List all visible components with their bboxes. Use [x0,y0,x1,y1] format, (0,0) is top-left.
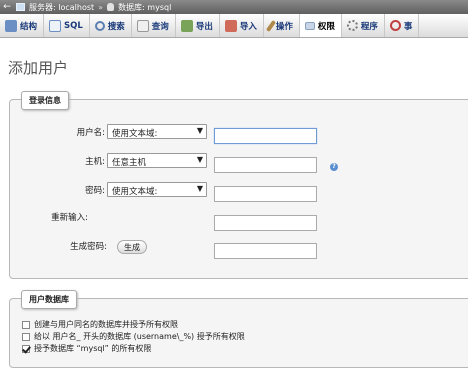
server-icon [16,3,25,11]
tab-label: 查询 [151,21,169,32]
breadcrumb-separator: » [98,2,104,12]
search-icon [94,20,105,31]
dropdown-arrow-icon: ▼ [196,155,203,164]
reenter-password-input[interactable] [214,215,317,231]
user-database-legend: 用户数据库 [21,290,77,309]
checkbox[interactable] [22,332,30,341]
tab-privileges[interactable]: 权限 [299,14,342,37]
reenter-label: 重新输入: [51,213,88,223]
structure-icon [5,19,17,32]
tab-sql[interactable]: SQL [44,14,90,37]
generate-password-button[interactable]: 生成 [117,240,147,254]
dropdown-arrow-icon: ▼ [196,126,203,135]
tab-label: 结构 [20,21,38,32]
option-grant-prefix[interactable]: 给以 用户名_ 开头的数据库 (username\_%) 授予所有权限 [22,331,245,342]
wrench-icon [265,19,276,32]
tab-label: 搜索 [107,21,125,32]
tab-label: 程序 [360,21,378,32]
tab-bar: 结构 SQL 搜索 查询 导出 导入 操作 权限 程序 事 [0,14,468,38]
breadcrumb-server[interactable]: 服务器: localhost [29,2,94,13]
tab-label: SQL [64,20,83,31]
tab-query[interactable]: 查询 [132,14,176,37]
database-icon [107,3,115,11]
breadcrumb-bar: ← 服务器: localhost » 数据库: mysql [0,0,468,14]
tab-label: 权限 [317,21,335,32]
username-input[interactable] [214,128,317,144]
checkbox[interactable] [22,320,30,329]
privileges-icon [304,21,315,30]
login-info-legend: 登录信息 [21,91,69,110]
option-label: 创建与用户同名的数据库并授予所有权限 [34,320,178,329]
password-type-select[interactable]: 使用文本域: ▼ [107,182,207,197]
username-type-select[interactable]: 使用文本域: ▼ [107,124,207,139]
import-icon [224,19,237,32]
password-label: 密码: [85,186,105,196]
tab-export[interactable]: 导出 [176,14,220,37]
password-input[interactable] [214,186,317,202]
host-select[interactable]: 任意主机 ▼ [107,153,207,168]
tab-structure[interactable]: 结构 [0,14,45,37]
tab-search[interactable]: 搜索 [90,14,132,37]
query-icon [136,19,149,32]
breadcrumb-database[interactable]: 数据库: mysql [118,2,171,13]
dropdown-arrow-icon: ▼ [196,184,203,193]
page-title: 添加用户 [8,59,69,77]
host-label: 主机: [85,157,105,167]
option-label: 授予数据库 “mysql” 的所有权限 [34,344,152,353]
tab-label: 事 [403,21,413,32]
tab-label: 导入 [239,21,257,32]
generate-password-label: 生成密码: [70,242,107,252]
events-icon [389,20,401,31]
tab-events[interactable]: 事 [385,14,420,37]
generated-password-input[interactable] [214,243,317,259]
login-info-fieldset: 登录信息 用户名: 使用文本域: ▼ 主机: 任意主机 ▼ ? 密码: 使用文本… [9,91,468,279]
tab-label: 导出 [195,21,213,32]
username-label: 用户名: [76,128,105,138]
host-value: 任意主机 [112,158,147,168]
tab-routines[interactable]: 程序 [342,14,385,37]
host-input[interactable] [214,157,317,173]
option-label: 给以 用户名_ 开头的数据库 (username\_%) 授予所有权限 [34,332,245,341]
username-type-value: 使用文本域: [112,129,158,139]
help-icon[interactable]: ? [330,163,338,171]
password-type-value: 使用文本域: [112,187,158,197]
routines-icon [346,20,358,31]
tab-import[interactable]: 导入 [220,14,264,37]
tab-operations[interactable]: 操作 [264,14,300,37]
tab-label: 操作 [275,21,293,32]
option-create-db[interactable]: 创建与用户同名的数据库并授予所有权限 [22,319,178,330]
back-arrow-icon[interactable]: ← [2,2,12,12]
checkbox[interactable] [22,344,30,353]
export-icon [180,19,193,32]
option-grant-mysql[interactable]: 授予数据库 “mysql” 的所有权限 [22,343,151,354]
sql-icon [49,19,62,32]
